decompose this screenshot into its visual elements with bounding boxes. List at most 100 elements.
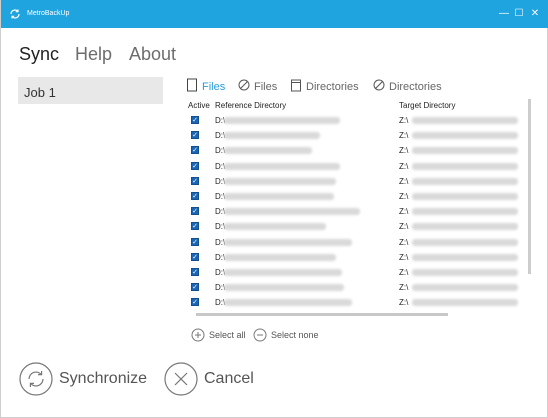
active-checkbox[interactable]: ✓ xyxy=(191,222,199,231)
column-header-reference[interactable]: Reference Directory xyxy=(215,101,286,111)
cancel-icon xyxy=(164,362,198,396)
active-checkbox[interactable]: ✓ xyxy=(191,146,199,155)
active-checkbox[interactable]: ✓ xyxy=(191,268,199,276)
filter-label: Directories xyxy=(389,81,442,93)
redacted-target-path xyxy=(412,238,518,246)
table-row[interactable]: ✓ D:\ Z:\ xyxy=(186,128,526,143)
redacted-reference-path xyxy=(224,238,352,246)
menu-help[interactable]: Help xyxy=(75,43,112,65)
active-checkbox[interactable]: ✓ xyxy=(191,237,199,246)
directory-table: Active Reference Directory Target Direct… xyxy=(186,97,533,316)
filter-label: Files xyxy=(202,81,226,93)
target-path: Z:\ xyxy=(399,146,409,156)
sync-icon xyxy=(19,362,53,396)
active-checkbox[interactable]: ✓ xyxy=(191,131,199,140)
column-header-target[interactable]: Target Directory xyxy=(399,101,455,111)
redacted-target-path xyxy=(412,269,518,276)
redacted-reference-path xyxy=(224,269,342,276)
filter-label: Directories xyxy=(306,81,359,93)
redacted-target-path xyxy=(412,117,518,124)
table-row[interactable]: ✓ D:\ Z:\ xyxy=(186,143,526,158)
redacted-reference-path xyxy=(224,208,360,216)
menu-about[interactable]: About xyxy=(129,43,176,65)
redacted-target-path xyxy=(412,193,518,200)
table-row[interactable]: ✓ D:\ Z:\ xyxy=(186,235,526,250)
filter-label: Files xyxy=(254,81,278,93)
menu-sync[interactable]: Sync xyxy=(19,43,59,65)
vertical-scrollbar[interactable] xyxy=(528,99,531,274)
sync-app-icon xyxy=(10,9,20,19)
select-all-label: Select all xyxy=(209,330,246,340)
table-row[interactable]: ✓ D:\ Z:\ xyxy=(186,280,526,295)
minus-circle-icon xyxy=(253,328,267,342)
target-path: Z:\ xyxy=(399,237,409,247)
redacted-target-path xyxy=(412,147,518,155)
target-path: Z:\ xyxy=(399,268,409,277)
redacted-reference-path xyxy=(224,284,344,292)
active-checkbox[interactable]: ✓ xyxy=(191,298,199,307)
redacted-reference-path xyxy=(224,162,340,170)
table-row[interactable]: ✓ D:\ Z:\ xyxy=(186,113,526,128)
target-path: Z:\ xyxy=(399,222,409,232)
block-icon xyxy=(373,79,385,91)
redacted-reference-path xyxy=(224,223,326,231)
target-path: Z:\ xyxy=(399,176,409,186)
job-list-item[interactable]: Job 1 xyxy=(18,77,163,104)
active-checkbox[interactable]: ✓ xyxy=(191,252,199,261)
active-checkbox[interactable]: ✓ xyxy=(191,176,199,185)
cancel-label: Cancel xyxy=(204,370,254,387)
table-row[interactable]: ✓ D:\ Z:\ xyxy=(186,174,526,189)
maximize-button[interactable]: ☐ xyxy=(512,6,526,22)
active-checkbox[interactable]: ✓ xyxy=(191,283,199,292)
select-none-label: Select none xyxy=(271,330,319,340)
redacted-target-path xyxy=(412,284,518,292)
table-row[interactable]: ✓ D:\ Z:\ xyxy=(186,159,526,174)
target-path: Z:\ xyxy=(399,283,409,293)
folder-icon xyxy=(291,79,301,92)
title-bar[interactable]: MetroBackUp — ☐ ✕ xyxy=(1,0,548,28)
active-checkbox[interactable]: ✓ xyxy=(191,192,199,200)
redacted-reference-path xyxy=(224,177,336,185)
target-path: Z:\ xyxy=(399,116,409,125)
redacted-target-path xyxy=(412,162,518,170)
synchronize-label: Synchronize xyxy=(59,370,148,387)
target-path: Z:\ xyxy=(399,131,409,141)
action-bar: Synchronize Cancel xyxy=(19,362,319,398)
redacted-reference-path xyxy=(224,132,320,140)
redacted-target-path xyxy=(412,223,518,231)
column-header-active[interactable]: Active xyxy=(188,101,210,111)
window-title: MetroBackUp xyxy=(27,10,70,17)
redacted-target-path xyxy=(412,208,518,216)
active-checkbox[interactable]: ✓ xyxy=(191,161,199,170)
selection-controls: Select all Select none xyxy=(191,328,391,342)
block-icon xyxy=(238,79,250,91)
target-path: Z:\ xyxy=(399,252,409,262)
table-row[interactable]: ✓ D:\ Z:\ xyxy=(186,265,526,280)
target-path: Z:\ xyxy=(399,192,409,201)
target-path: Z:\ xyxy=(399,161,409,171)
job-label: Job 1 xyxy=(24,85,56,100)
redacted-reference-path xyxy=(224,147,312,155)
redacted-reference-path xyxy=(224,253,336,261)
filter-bar: Files Files Directories Directories xyxy=(186,77,506,97)
table-row[interactable]: ✓ D:\ Z:\ xyxy=(186,295,526,310)
redacted-target-path xyxy=(412,299,518,307)
table-row[interactable]: ✓ D:\ Z:\ xyxy=(186,250,526,265)
table-row[interactable]: ✓ D:\ Z:\ xyxy=(186,219,526,234)
close-button[interactable]: ✕ xyxy=(528,6,542,22)
app-window: MetroBackUp — ☐ ✕ Sync Help About Job 1 … xyxy=(0,0,548,418)
minimize-button[interactable]: — xyxy=(497,6,511,22)
file-icon xyxy=(187,78,197,92)
redacted-target-path xyxy=(412,253,518,261)
redacted-reference-path xyxy=(224,299,352,307)
plus-circle-icon xyxy=(191,328,205,342)
active-checkbox[interactable]: ✓ xyxy=(191,207,199,216)
redacted-target-path xyxy=(412,177,518,185)
table-row[interactable]: ✓ D:\ Z:\ xyxy=(186,204,526,219)
redacted-target-path xyxy=(412,132,518,140)
target-path: Z:\ xyxy=(399,207,409,217)
active-checkbox[interactable]: ✓ xyxy=(191,116,199,124)
redacted-reference-path xyxy=(224,193,334,200)
horizontal-scrollbar[interactable] xyxy=(196,313,448,316)
table-row[interactable]: ✓ D:\ Z:\ xyxy=(186,189,526,204)
